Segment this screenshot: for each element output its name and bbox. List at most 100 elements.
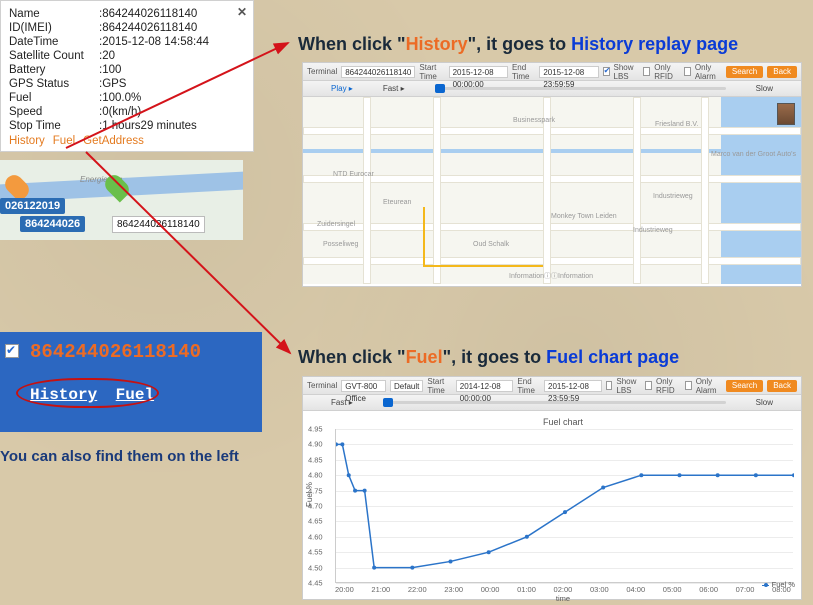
fuel-toolbar: Terminal GVT-800 Office Default Start Ti… xyxy=(303,377,801,395)
y-tick: 4.50 xyxy=(308,563,323,572)
back-button[interactable]: Back xyxy=(767,66,797,78)
show-lbs-checkbox[interactable] xyxy=(603,67,610,76)
info-val: :100.0% xyxy=(99,91,211,105)
info-val: :100 xyxy=(99,63,211,77)
info-key: DateTime xyxy=(9,35,99,49)
info-val: :20 xyxy=(99,49,211,63)
y-tick: 4.80 xyxy=(308,471,323,480)
search-button[interactable]: Search xyxy=(726,66,763,78)
start-time-label: Start Time xyxy=(427,377,451,395)
speed-fast-label[interactable]: Fast ▸ xyxy=(383,84,405,93)
search-button[interactable]: Search xyxy=(726,380,763,392)
play-button[interactable]: Play ▸ xyxy=(331,84,353,93)
device-label-2: 864244026 xyxy=(20,216,85,232)
info-table: Name:864244026118140ID(IMEI):86424402611… xyxy=(9,7,211,133)
end-time-input[interactable]: 2015-12-08 23:59:59 xyxy=(544,380,602,392)
popup-action-history[interactable]: History xyxy=(9,135,45,147)
info-val: :GPS xyxy=(99,77,211,91)
speed-slow-label[interactable]: Slow xyxy=(756,398,773,407)
x-tick: 03:00 xyxy=(590,585,609,594)
default-select[interactable]: Default xyxy=(390,380,423,392)
x-tick: 22:00 xyxy=(408,585,427,594)
info-key: Satellite Count xyxy=(9,49,99,63)
annotation-fuel: When click "Fuel", it goes to Fuel chart… xyxy=(298,347,679,368)
user-avatar xyxy=(777,103,795,125)
x-axis-label: time xyxy=(335,594,791,603)
popup-action-fuel[interactable]: Fuel xyxy=(53,135,75,147)
end-time-label: End Time xyxy=(512,63,535,81)
only-rfid-checkbox[interactable] xyxy=(645,381,652,390)
y-tick: 4.45 xyxy=(308,579,323,588)
fuel-slider[interactable] xyxy=(383,401,726,404)
y-tick: 4.70 xyxy=(308,502,323,511)
side-device-panel: 864244026118140 History Fuel xyxy=(0,332,262,432)
device-label-1: 026122019 xyxy=(0,198,65,214)
popup-actions: History Fuel GetAddress xyxy=(9,135,245,147)
x-tick: 01:00 xyxy=(517,585,536,594)
end-time-label: End Time xyxy=(517,377,540,395)
x-tick: 00:00 xyxy=(481,585,500,594)
info-val: :2015-12-08 14:58:44 xyxy=(99,35,211,49)
x-tick: 21:00 xyxy=(371,585,390,594)
only-alarm-checkbox[interactable] xyxy=(685,381,692,390)
device-id[interactable]: 864244026118140 xyxy=(30,341,201,363)
map-body[interactable]: Businesspark Friesland B.V. NTD Eurocar … xyxy=(303,97,801,284)
info-key: Name xyxy=(9,7,99,21)
start-time-input[interactable]: 2015-12-08 00:00:00 xyxy=(449,66,508,78)
device-checkbox[interactable] xyxy=(5,344,19,358)
info-val: :864244026118140 xyxy=(99,7,211,21)
info-key: Speed xyxy=(9,105,99,119)
chart-plot[interactable]: 4.454.504.554.604.654.704.754.804.854.90… xyxy=(335,429,793,583)
speed-slow-label[interactable]: Slow xyxy=(756,84,773,93)
fuel-chart-panel: Terminal GVT-800 Office Default Start Ti… xyxy=(302,376,802,600)
left-note: You can also find them on the left xyxy=(0,448,239,465)
info-key: Stop Time xyxy=(9,119,99,133)
x-axis-ticks: 20:00 21:00 22:00 23:00 00:00 01:00 02:00 03:00… xyxy=(335,585,791,594)
info-key: GPS Status xyxy=(9,77,99,91)
back-button[interactable]: Back xyxy=(767,380,797,392)
show-lbs-checkbox[interactable] xyxy=(606,381,613,390)
info-val: :1 hours29 minutes xyxy=(99,119,211,133)
y-tick: 4.95 xyxy=(308,425,323,434)
y-tick: 4.90 xyxy=(308,440,323,449)
info-key: ID(IMEI) xyxy=(9,21,99,35)
chart-body: Fuel % Fuel chart 4.454.504.554.604.654.… xyxy=(303,411,801,597)
terminal-label: Terminal xyxy=(307,67,337,76)
x-tick: 06:00 xyxy=(699,585,718,594)
history-toolbar: Terminal 864244026118140 Start Time 2015… xyxy=(303,63,801,81)
info-val: :864244026118140 xyxy=(99,21,211,35)
close-icon[interactable]: ✕ xyxy=(237,5,247,19)
y-tick: 4.60 xyxy=(308,532,323,541)
info-val: :0(km/h) xyxy=(99,105,211,119)
x-tick: 04:00 xyxy=(626,585,645,594)
only-alarm-checkbox[interactable] xyxy=(684,67,691,76)
x-tick: 07:00 xyxy=(736,585,755,594)
annotation-history: When click "History", it goes to History… xyxy=(298,34,738,55)
device-label-3[interactable]: 864244026118140 xyxy=(112,216,205,233)
x-tick: 20:00 xyxy=(335,585,354,594)
end-time-input[interactable]: 2015-12-08 23:59:59 xyxy=(539,66,598,78)
y-tick: 4.65 xyxy=(308,517,323,526)
history-replay-panel: Terminal 864244026118140 Start Time 2015… xyxy=(302,62,802,287)
info-key: Battery xyxy=(9,63,99,77)
x-tick: 02:00 xyxy=(554,585,573,594)
speed-fast-label[interactable]: Fast ▸ xyxy=(331,398,353,407)
terminal-select[interactable]: GVT-800 Office xyxy=(341,380,386,392)
y-tick: 4.55 xyxy=(308,548,323,557)
start-time-label: Start Time xyxy=(419,63,444,81)
only-rfid-checkbox[interactable] xyxy=(643,67,650,76)
x-tick: 23:00 xyxy=(444,585,463,594)
device-info-popup: ✕ Name:864244026118140ID(IMEI):864244026… xyxy=(0,0,254,152)
x-tick: 05:00 xyxy=(663,585,682,594)
terminal-select[interactable]: 864244026118140 xyxy=(341,66,415,78)
y-tick: 4.85 xyxy=(308,455,323,464)
popup-action-getaddress[interactable]: GetAddress xyxy=(83,135,144,147)
y-tick: 4.75 xyxy=(308,486,323,495)
chart-legend: Fuel % xyxy=(762,580,795,589)
info-key: Fuel xyxy=(9,91,99,105)
red-circle-annotation xyxy=(16,378,159,408)
chart-title: Fuel chart xyxy=(335,417,791,427)
start-time-input[interactable]: 2014-12-08 00:00:00 xyxy=(456,380,514,392)
playback-slider[interactable] xyxy=(435,87,726,90)
terminal-label: Terminal xyxy=(307,381,337,390)
